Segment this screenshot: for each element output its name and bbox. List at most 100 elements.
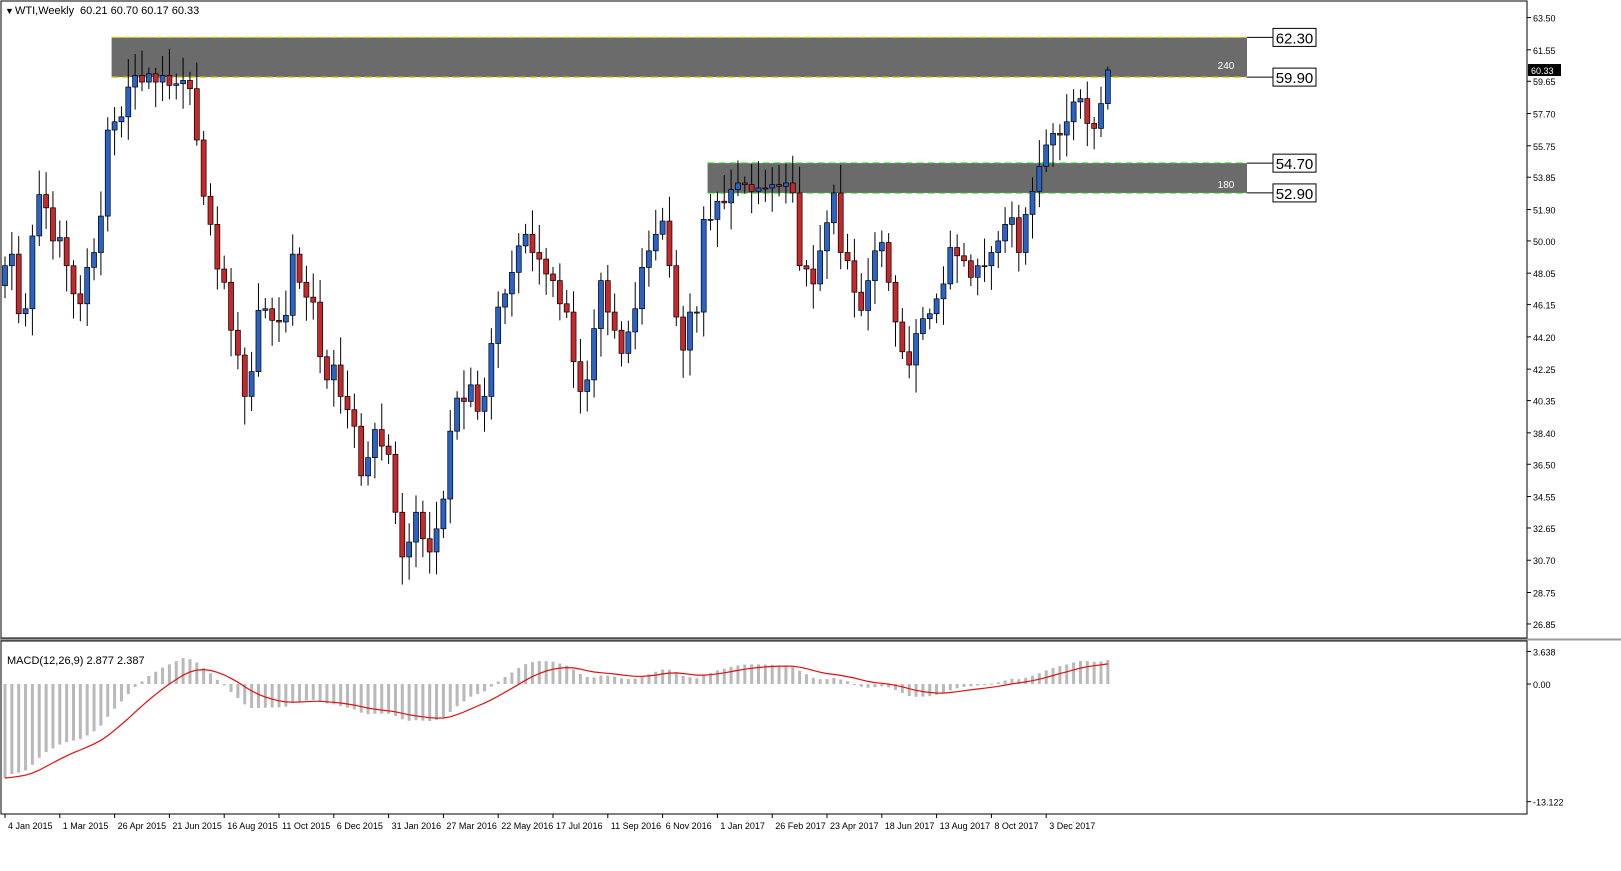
- bull-candle-body: [413, 511, 419, 543]
- bull-candle-body: [9, 253, 15, 267]
- macd-histogram-bar: [1072, 662, 1076, 685]
- x-tick-label: 6 Nov 2016: [666, 821, 712, 831]
- bear-candle-body: [604, 280, 611, 313]
- macd-histogram-bar: [332, 684, 336, 705]
- bear-candle-body: [906, 351, 913, 366]
- candle[interactable]: [1104, 66, 1111, 110]
- candle[interactable]: [200, 130, 207, 206]
- macd-histogram-bar: [674, 672, 678, 685]
- bull-candle-body: [755, 187, 762, 192]
- bull-candle-body: [926, 313, 933, 320]
- bull-candle-body: [639, 267, 645, 310]
- bull-candle-body: [913, 333, 919, 366]
- y-tick-label: 59.65: [1533, 77, 1556, 87]
- macd-histogram-bar: [222, 684, 226, 686]
- macd-histogram-bar: [167, 664, 171, 685]
- bear-candle-body: [1084, 98, 1091, 124]
- bull-candle-body: [1070, 101, 1077, 123]
- macd-histogram-bar: [133, 684, 137, 688]
- bull-candle-body: [762, 187, 769, 190]
- macd-histogram-bar: [113, 684, 117, 709]
- x-tick-label: 11 Sep 2016: [611, 821, 661, 831]
- bear-candle-body: [152, 73, 159, 83]
- bear-candle-body: [611, 311, 618, 331]
- bull-candle-body: [872, 250, 878, 281]
- bear-candle-body: [385, 445, 392, 455]
- bull-candle-body: [707, 219, 714, 221]
- zone-high-label: 62.30: [1276, 30, 1314, 47]
- bull-candle-body: [2, 265, 8, 286]
- macd-histogram-bar: [195, 662, 199, 685]
- macd-histogram-bar: [51, 684, 55, 749]
- y-tick-label: 28.75: [1533, 589, 1556, 599]
- macd-histogram-bar: [304, 684, 308, 701]
- y-tick-label: 55.75: [1533, 142, 1556, 152]
- macd-histogram-bar: [983, 684, 987, 686]
- macd-histogram-bar: [784, 665, 788, 685]
- macd-y-tick-label: 3.638: [1533, 647, 1556, 657]
- macd-histogram-bar: [366, 684, 370, 715]
- macd-histogram-bar: [421, 684, 425, 721]
- bear-candle-body: [721, 200, 728, 204]
- x-tick-label: 17 Jul 2016: [556, 821, 603, 831]
- chart-svg[interactable]: 63.50 61.55 59.65 57.70 55.75 53.85 51.90 50.00…: [0, 0, 1621, 866]
- macd-histogram-bar: [380, 684, 384, 714]
- bull-candle-body: [632, 308, 639, 333]
- macd-histogram-bar: [743, 664, 747, 685]
- macd-histogram-bar: [291, 684, 295, 704]
- macd-histogram-bar: [44, 684, 48, 753]
- macd-histogram-bar: [818, 679, 822, 685]
- macd-histogram-bar: [606, 675, 610, 685]
- bull-candle-body: [693, 311, 700, 314]
- bull-candle-body: [591, 328, 597, 381]
- chart-window[interactable]: 63.50 61.55 59.65 57.70 55.75 53.85 51.90 50.00…: [0, 0, 1621, 866]
- macd-histogram-bar: [839, 679, 843, 685]
- bull-candle-body: [509, 271, 515, 295]
- bear-candle-body: [317, 301, 323, 358]
- x-tick-label: 27 Mar 2016: [446, 821, 497, 831]
- macd-histogram-bar: [900, 684, 904, 694]
- bear-candle-body: [666, 220, 673, 267]
- bear-candle-body: [207, 195, 214, 225]
- macd-histogram-bar: [92, 684, 96, 732]
- zone-high-label: 54.70: [1276, 156, 1314, 173]
- bear-candle-body: [1015, 217, 1022, 253]
- macd-histogram-bar: [1078, 660, 1082, 685]
- macd-title: MACD(12,26,9) 2.877 2.387: [7, 655, 145, 667]
- macd-histogram-bar: [215, 679, 219, 685]
- bear-candle-body: [529, 233, 536, 253]
- macd-histogram-bar: [626, 679, 630, 685]
- bear-candle-body: [241, 354, 248, 397]
- macd-histogram-bar: [270, 684, 274, 708]
- x-tick-label: 8 Oct 2017: [994, 821, 1038, 831]
- bear-candle-body: [577, 361, 584, 392]
- bear-candle-body: [844, 252, 851, 262]
- x-tick-label: 16 Aug 2015: [227, 821, 278, 831]
- macd-histogram-bar: [530, 662, 534, 685]
- macd-histogram-bar: [1058, 666, 1062, 685]
- bear-candle-body: [892, 281, 899, 323]
- bear-candle-body: [50, 207, 56, 242]
- header-triangle-icon[interactable]: ▼: [5, 6, 14, 16]
- macd-histogram-bar: [284, 684, 288, 707]
- macd-histogram-bar: [65, 684, 69, 743]
- bull-candle-body: [56, 237, 63, 242]
- y-tick-label: 40.35: [1533, 397, 1556, 407]
- y-tick-label: 63.50: [1533, 14, 1556, 24]
- bull-candle-body: [84, 267, 91, 305]
- bull-candle-body: [132, 75, 138, 88]
- bear-candle-body: [193, 88, 200, 141]
- bear-candle-body: [269, 308, 275, 321]
- macd-histogram-bar: [85, 684, 89, 736]
- bull-candle-body: [372, 429, 378, 459]
- macd-histogram-bar: [1003, 680, 1007, 685]
- bull-candle-body: [940, 283, 947, 300]
- x-tick-label: 21 Jun 2015: [172, 821, 222, 831]
- bull-candle-body: [1009, 217, 1015, 225]
- candle[interactable]: [104, 117, 111, 232]
- bear-candle-body: [43, 194, 49, 209]
- y-tick-label: 51.90: [1533, 205, 1556, 215]
- ohlc-label: 60.21 60.70 60.17 60.33: [80, 5, 199, 17]
- macd-y-tick-label: -13.122: [1533, 798, 1564, 808]
- bull-candle-body: [933, 298, 940, 315]
